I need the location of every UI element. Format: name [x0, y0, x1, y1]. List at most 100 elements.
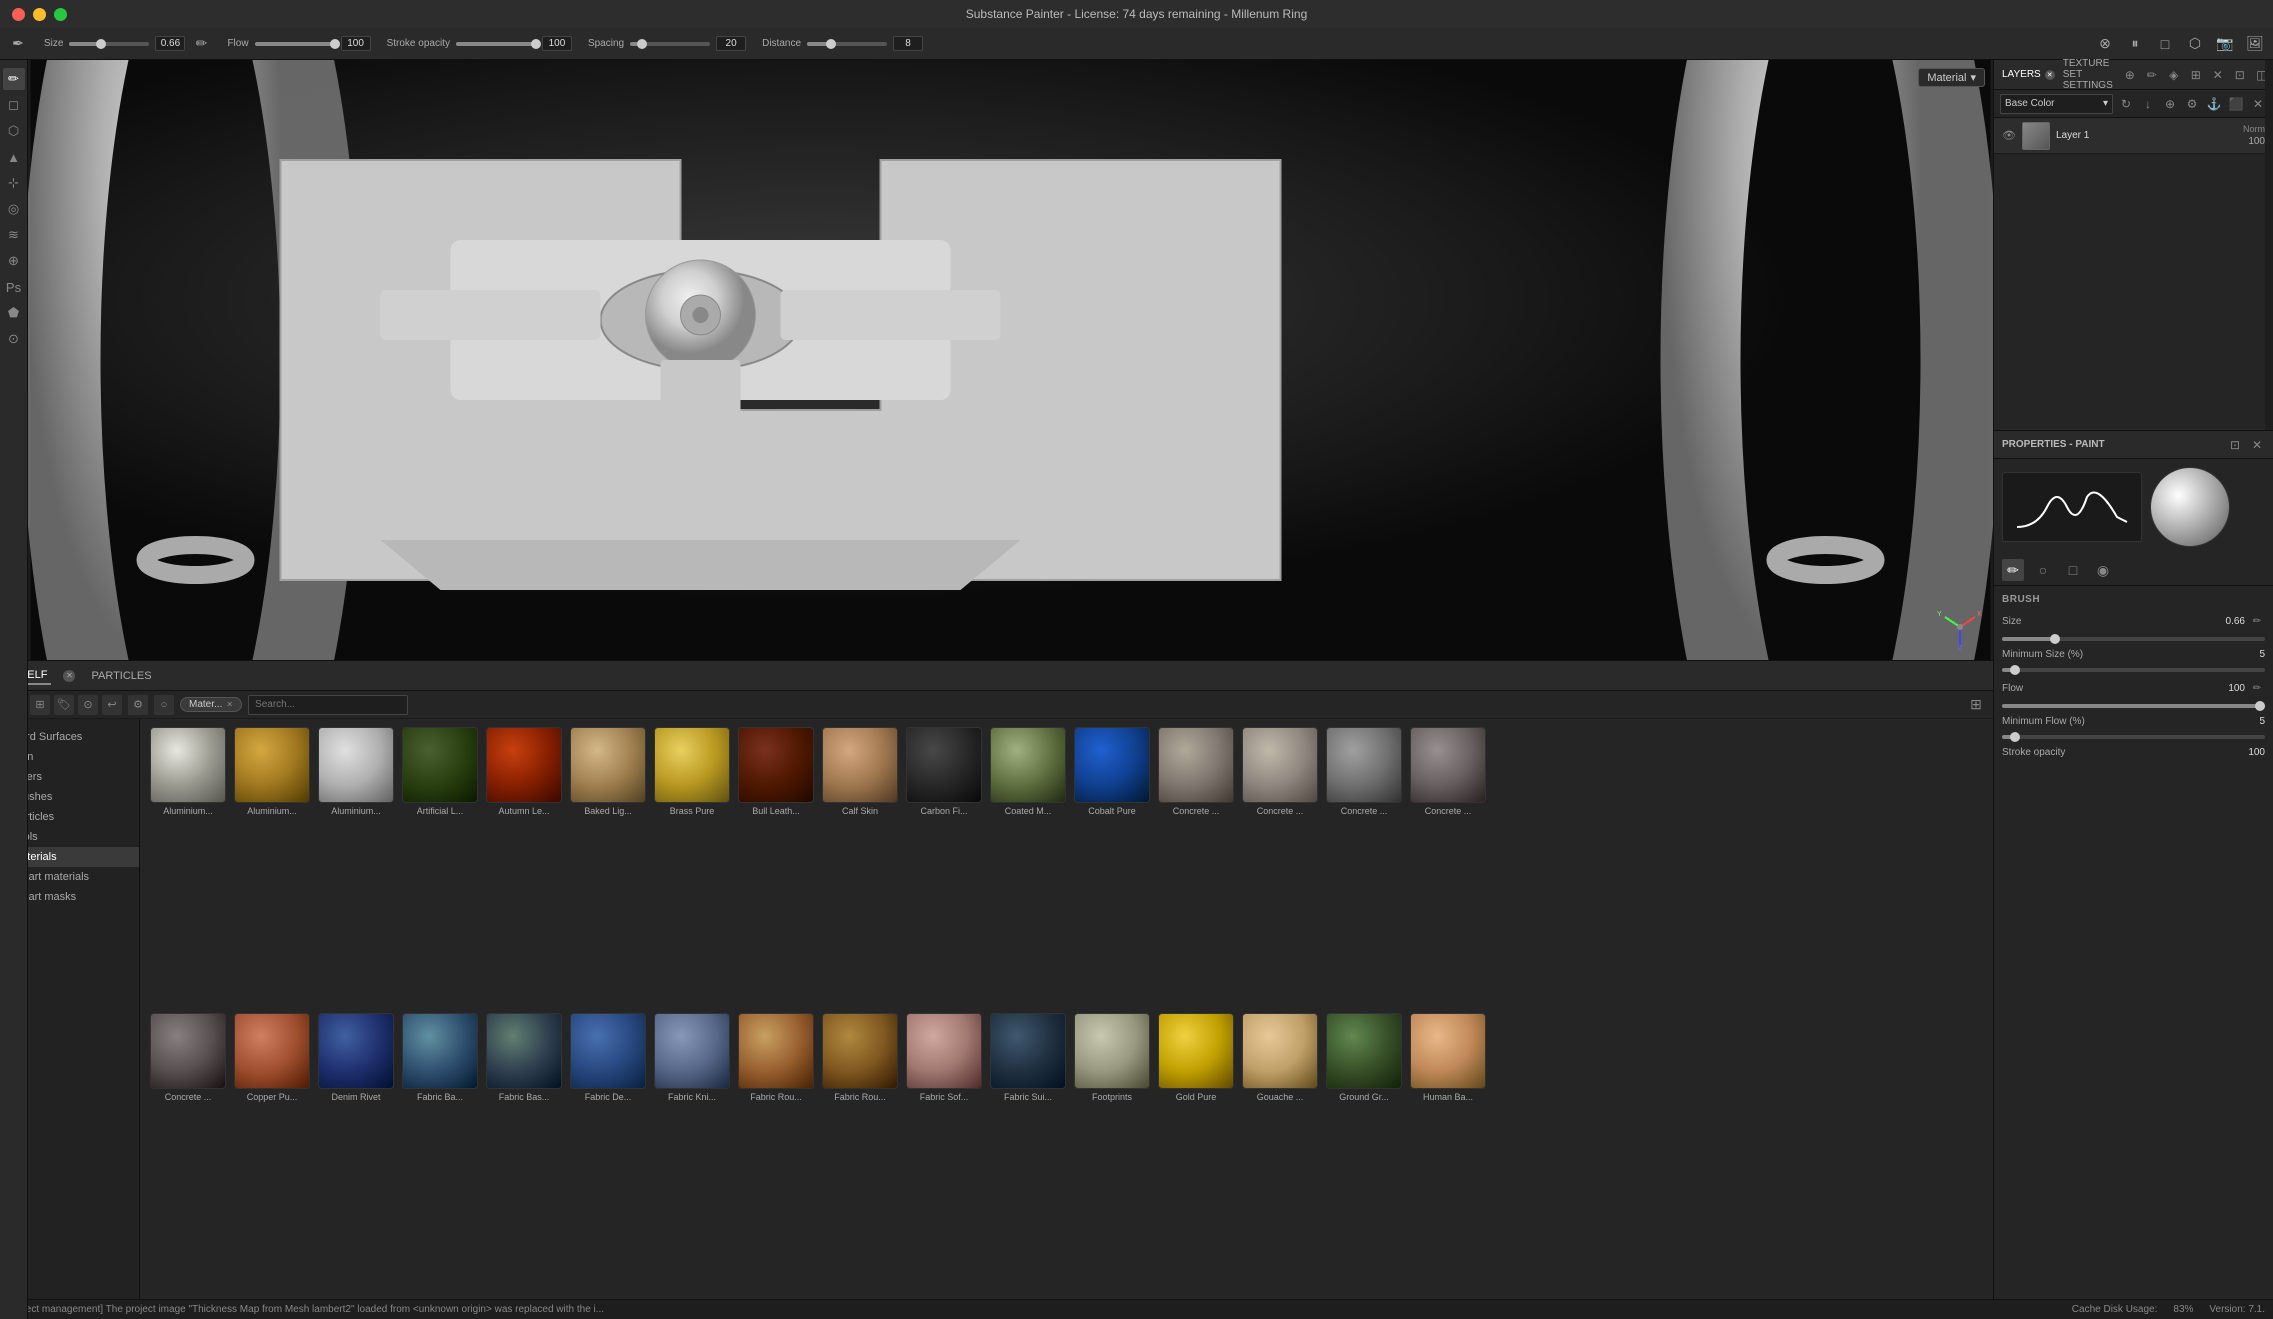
material-item-cobalt-pure[interactable]: Cobalt Pure — [1072, 727, 1152, 816]
material-item-concrete4[interactable]: Concrete ... — [1408, 727, 1488, 816]
material-item-baked-light[interactable]: Baked Lig... — [568, 727, 648, 816]
material-item-copper-pure[interactable]: Copper Pu... — [232, 1013, 312, 1102]
material-item-calf-skin[interactable]: Calf Skin — [820, 727, 900, 816]
material-item-fabric-rough2[interactable]: Fabric Rou... — [820, 1013, 900, 1102]
add-folder-icon[interactable]: ⊞ — [2187, 66, 2205, 84]
flow-value[interactable]: 100 — [341, 36, 371, 51]
maximize-button[interactable] — [54, 8, 67, 21]
3d-view-icon[interactable]: ⬡ — [2185, 34, 2205, 54]
camera-icon[interactable]: 📷 — [2215, 34, 2235, 54]
layers-tab[interactable]: LAYERS ✕ — [2002, 69, 2055, 80]
distance-value[interactable]: 8 — [893, 36, 923, 51]
layers-channel-add-icon[interactable]: ⊕ — [2161, 95, 2179, 113]
material-item-bull-leather[interactable]: Bull Leath... — [736, 727, 816, 816]
layers-bake-icon[interactable]: ⬛ — [2227, 95, 2245, 113]
grid-view-toggle[interactable]: ⊞ — [1965, 694, 1987, 716]
clone-tool[interactable]: ⊕ — [3, 250, 25, 272]
material-item-concrete1[interactable]: Concrete ... — [1156, 727, 1236, 816]
viewport[interactable]: Material ▾ X Y Z — [28, 60, 1993, 660]
texture-set-settings-tab[interactable]: TEXTURE SET SETTINGS — [2063, 58, 2113, 91]
brush-size-edit-icon[interactable]: ✏ — [2249, 613, 2265, 629]
material-item-brass-pure[interactable]: Brass Pure — [652, 727, 732, 816]
add-filter-icon[interactable]: ◈ — [2165, 66, 2183, 84]
material-item-gold-pure[interactable]: Gold Pure — [1156, 1013, 1236, 1102]
screenshot-icon[interactable]: 🖼 — [2245, 34, 2265, 54]
material-item-concrete5[interactable]: Concrete ... — [148, 1013, 228, 1102]
shelf-tag-icon[interactable]: 🏷 — [54, 695, 74, 715]
shelf-grid-icon[interactable]: ⊞ — [30, 695, 50, 715]
size-slider[interactable] — [69, 42, 149, 46]
material-item-artificial-leaves[interactable]: Artificial L... — [400, 727, 480, 816]
close-button[interactable] — [12, 8, 25, 21]
size-lock-icon[interactable]: ✏ — [191, 34, 211, 54]
brush-size-slider[interactable] — [2002, 637, 2265, 641]
stroke-opacity-slider[interactable] — [456, 42, 536, 46]
material-item-concrete2[interactable]: Concrete ... — [1240, 727, 1320, 816]
smudge-tool[interactable]: ≋ — [3, 224, 25, 246]
material-item-human-base[interactable]: Human Ba... — [1408, 1013, 1488, 1102]
distance-slider[interactable] — [807, 42, 887, 46]
material-item-fabric-base2[interactable]: Fabric Bas... — [484, 1013, 564, 1102]
min-flow-slider[interactable] — [2002, 735, 2265, 739]
right-panel-scrollbar[interactable] — [2265, 60, 2273, 430]
layer-visibility-icon[interactable]: 👁 — [2002, 129, 2016, 143]
shelf-filter-chip-close[interactable]: ✕ — [226, 700, 233, 709]
brush-square-tab[interactable]: □ — [2062, 559, 2084, 581]
material-item-aluminium2[interactable]: Aluminium... — [232, 727, 312, 816]
polygon-fill-tool[interactable]: ⬟ — [3, 302, 25, 324]
material-item-aluminium3[interactable]: Aluminium... — [316, 727, 396, 816]
shelf-tab-close[interactable]: ✕ — [63, 670, 75, 682]
delete-layer-icon[interactable]: ✕ — [2209, 66, 2227, 84]
material-item-ground-gravel[interactable]: Ground Gr... — [1324, 1013, 1404, 1102]
size-value[interactable]: 0.66 — [155, 36, 185, 51]
brush-paint-tab[interactable]: ✏ — [2002, 559, 2024, 581]
shelf-search-input[interactable] — [248, 695, 408, 715]
layers-refresh-icon[interactable]: ↻ — [2117, 95, 2135, 113]
duplicate-layer-icon[interactable]: ⊡ — [2231, 66, 2249, 84]
properties-expand-icon[interactable]: ⊡ — [2227, 437, 2243, 453]
shelf-search-mode-icon[interactable]: ○ — [154, 695, 174, 715]
flow-slider-props[interactable] — [2002, 704, 2265, 708]
particles-tab[interactable]: PARTICLES — [87, 668, 155, 684]
layers-import-icon[interactable]: ↓ — [2139, 95, 2157, 113]
material-item-carbon-fiber[interactable]: Carbon Fi... — [904, 727, 984, 816]
minimize-button[interactable] — [33, 8, 46, 21]
brush-settings-icon[interactable]: ✒ — [8, 34, 28, 54]
select-tool[interactable]: ⊹ — [3, 172, 25, 194]
shelf-link-icon[interactable]: ⊙ — [78, 695, 98, 715]
properties-close-icon[interactable]: ✕ — [2249, 437, 2265, 453]
material-item-fabric-soft[interactable]: Fabric Sof... — [904, 1013, 984, 1102]
shelf-filter-chip[interactable]: Mater... ✕ — [180, 697, 242, 712]
window-controls[interactable] — [12, 8, 67, 21]
shelf-filter-icon[interactable]: ⚙ — [128, 695, 148, 715]
spacing-value[interactable]: 20 — [716, 36, 746, 51]
layers-tab-close[interactable]: ✕ — [2045, 70, 2055, 80]
material-item-denim-rivet[interactable]: Denim Rivet — [316, 1013, 396, 1102]
brush-circle-tab[interactable]: ○ — [2032, 559, 2054, 581]
material-item-coated[interactable]: Coated M... — [988, 727, 1068, 816]
blur-tool[interactable]: ◎ — [3, 198, 25, 220]
layers-channel-dropdown[interactable]: Base Color ▾ — [2000, 94, 2113, 114]
spacing-slider[interactable] — [630, 42, 710, 46]
symmetry-icon[interactable]: ⊗ — [2095, 34, 2115, 54]
material-item-fabric-rough1[interactable]: Fabric Rou... — [736, 1013, 816, 1102]
2d-view-icon[interactable]: □ — [2155, 34, 2175, 54]
material-item-fabric-denim[interactable]: Fabric De... — [568, 1013, 648, 1102]
material-item-fabric-knit[interactable]: Fabric Kni... — [652, 1013, 732, 1102]
material-item-footprints[interactable]: Footprints — [1072, 1013, 1152, 1102]
material-item-gouache[interactable]: Gouache ... — [1240, 1013, 1320, 1102]
layer-blend-mode[interactable]: Norm — [2243, 124, 2265, 134]
add-paint-layer-icon[interactable]: ✏ — [2143, 66, 2161, 84]
material-item-fabric-suede[interactable]: Fabric Sui... — [988, 1013, 1068, 1102]
material-item-autumn-leaves[interactable]: Autumn Le... — [484, 727, 564, 816]
brush-curve-preview[interactable] — [2002, 472, 2142, 542]
add-fill-layer-icon[interactable]: ⊕ — [2121, 66, 2139, 84]
flow-slider[interactable] — [255, 42, 335, 46]
mesh-selection-tool[interactable]: ⊙ — [3, 328, 25, 350]
material-dropdown[interactable]: Material ▾ — [1918, 68, 1985, 87]
brush-sphere-tab[interactable]: ◉ — [2092, 559, 2114, 581]
erase-tool[interactable]: ◻ — [3, 94, 25, 116]
material-item-fabric-base1[interactable]: Fabric Ba... — [400, 1013, 480, 1102]
stamp-tool[interactable]: Ps — [3, 276, 25, 298]
material-item-aluminium1[interactable]: Aluminium... — [148, 727, 228, 816]
